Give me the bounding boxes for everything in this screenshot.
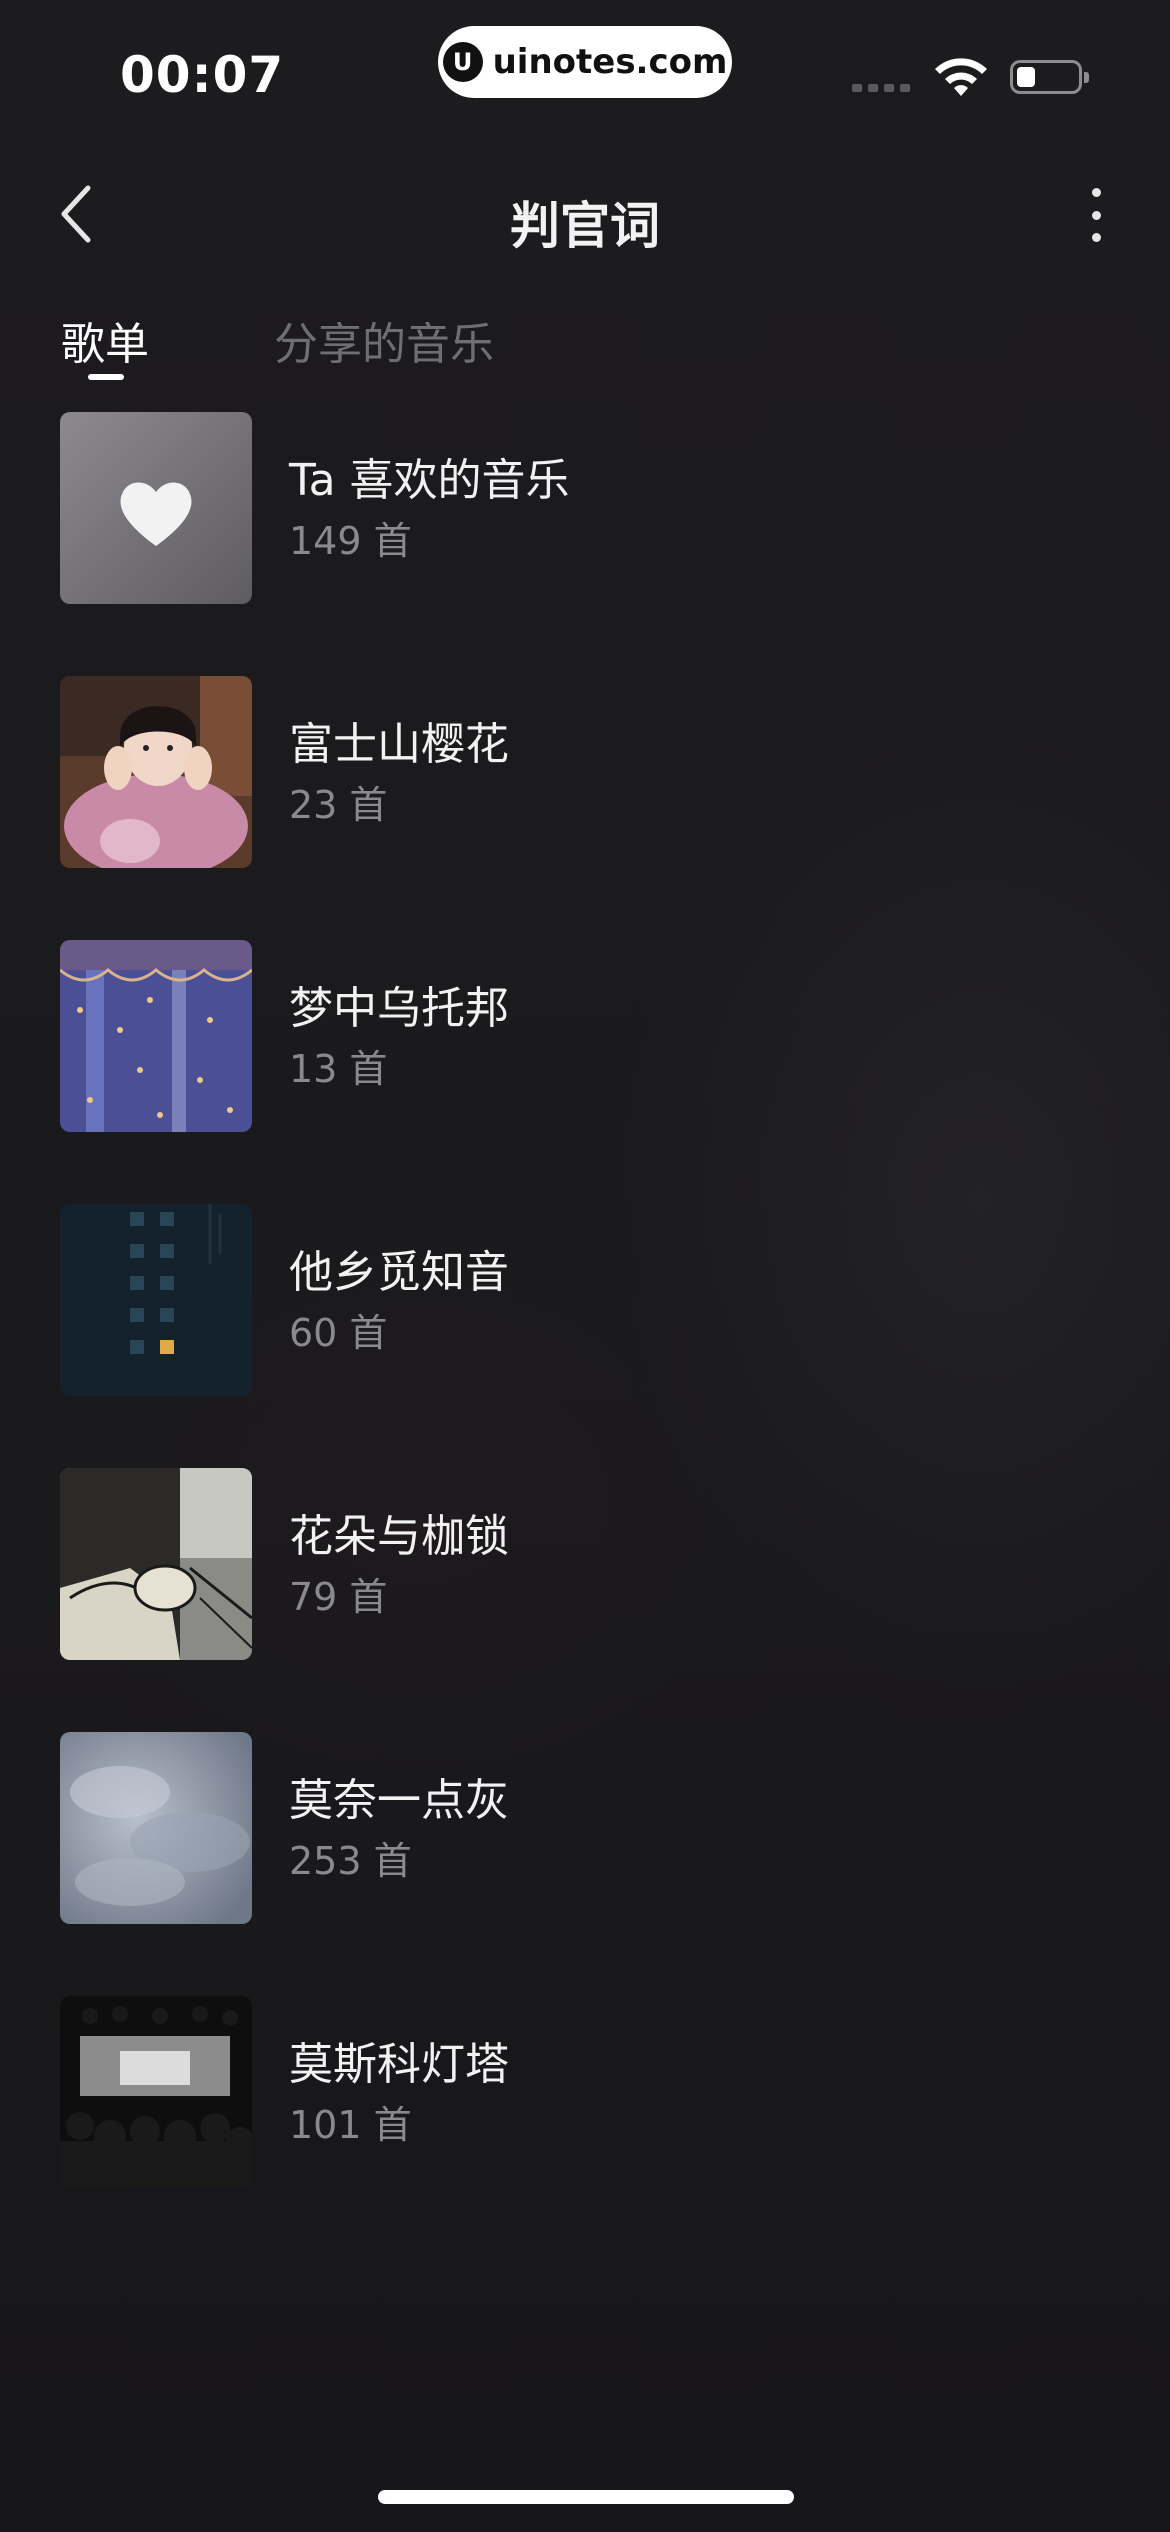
page-title: 判官词: [510, 197, 660, 255]
tab-shared-music[interactable]: 分享的音乐: [274, 308, 494, 372]
playlist-item[interactable]: Ta 喜欢的音乐 149 首: [0, 412, 1170, 676]
heart-cover: [60, 412, 252, 604]
playlist-item[interactable]: 他乡觅知音 60 首: [0, 1204, 1170, 1468]
watermark-text: uinotes.com: [492, 42, 728, 82]
playlist-count: 13 首: [289, 1047, 388, 1091]
starry-curtain-cover: [60, 940, 252, 1132]
playlist-count: 79 首: [289, 1575, 388, 1619]
playlist-count: 60 首: [289, 1311, 388, 1355]
playlist-title: Ta 喜欢的音乐: [289, 455, 570, 506]
home-indicator[interactable]: [378, 2490, 794, 2504]
playlist-count: 253 首: [289, 1839, 412, 1883]
cellular-signal-icon: [852, 84, 910, 92]
tab-bar: 歌单 分享的音乐: [0, 300, 1170, 390]
playlist-title: 莫斯科灯塔: [289, 2039, 509, 2090]
playlist-item[interactable]: 富士山樱花 23 首: [0, 676, 1170, 940]
battery-level: [1017, 67, 1035, 87]
playlist-list: Ta 喜欢的音乐 149 首 富士山樱花 23 首 梦中乌托邦 13 首 他乡觅…: [0, 412, 1170, 2260]
nav-bar: 判官词: [0, 160, 1170, 280]
wifi-icon: [935, 58, 987, 96]
active-tab-indicator: [88, 374, 124, 380]
battery-icon: [1010, 60, 1089, 94]
playlist-item[interactable]: 莫斯科灯塔 101 首: [0, 1996, 1170, 2260]
playlist-title: 富士山樱花: [289, 719, 509, 770]
playlist-title: 他乡觅知音: [289, 1247, 509, 1298]
status-bar: 00:07 U uinotes.com: [0, 0, 1170, 140]
more-options-button[interactable]: [1076, 180, 1116, 250]
night-building-cover: [60, 1204, 252, 1396]
playlist-item[interactable]: 莫奈一点灰 253 首: [0, 1732, 1170, 1996]
portrait-cover: [60, 676, 252, 868]
playlist-item[interactable]: 梦中乌托邦 13 首: [0, 940, 1170, 1204]
crowd-screen-cover: [60, 1996, 252, 2188]
watermark-badge: U uinotes.com: [438, 26, 732, 98]
playlist-title: 莫奈一点灰: [289, 1775, 509, 1826]
sketch-hands-cover: [60, 1468, 252, 1660]
playlist-title: 花朵与枷锁: [289, 1511, 509, 1562]
more-dots-icon: [1091, 188, 1101, 197]
playlist-title: 梦中乌托邦: [289, 983, 509, 1034]
playlist-count: 23 首: [289, 783, 388, 827]
watermark-logo-icon: U: [442, 42, 483, 82]
playlist-count: 101 首: [289, 2103, 412, 2147]
tab-playlists[interactable]: 歌单: [61, 308, 149, 372]
playlist-item[interactable]: 花朵与枷锁 79 首: [0, 1468, 1170, 1732]
playlist-count: 149 首: [289, 519, 412, 563]
grey-clouds-cover: [60, 1732, 252, 1924]
status-time: 00:07: [120, 46, 285, 104]
